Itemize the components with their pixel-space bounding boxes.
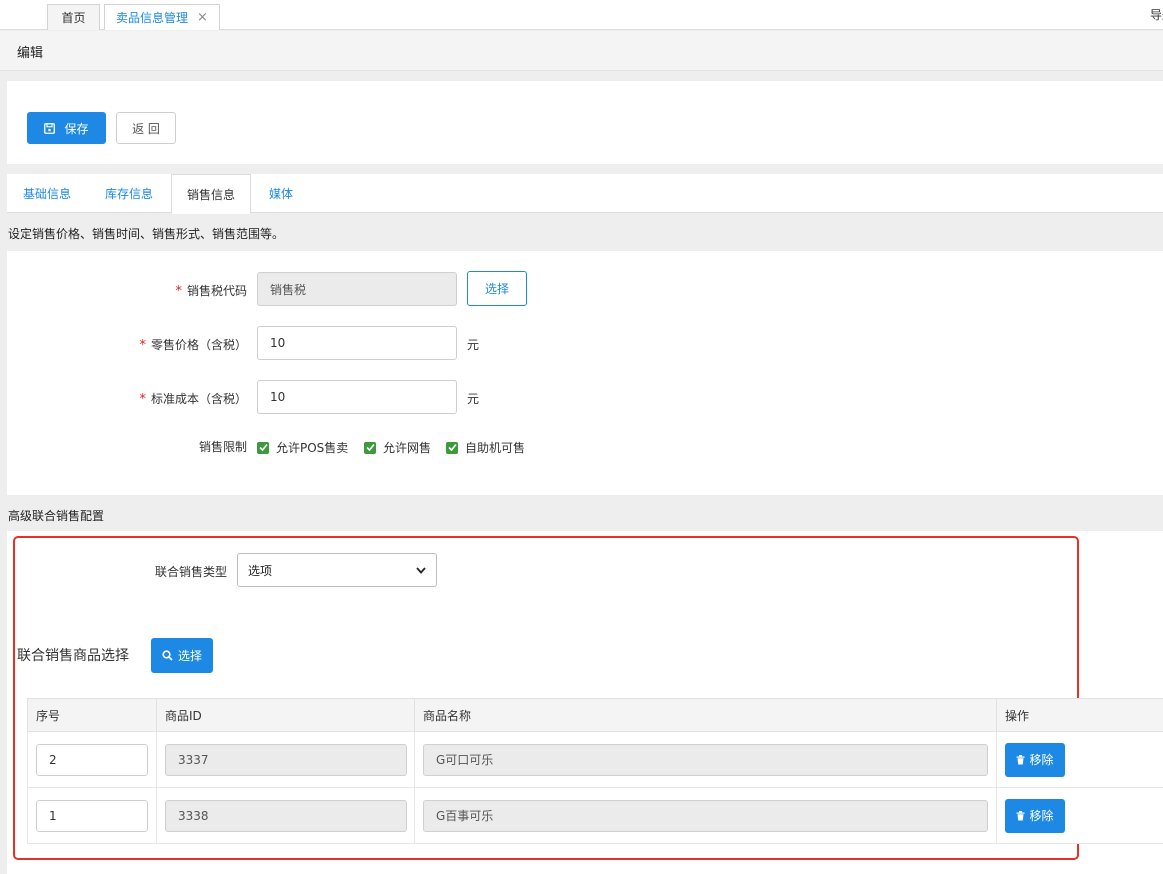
kiosk-sale-label: 自助机可售 bbox=[465, 441, 526, 455]
tab-basic-info-label: 基础信息 bbox=[22, 187, 71, 201]
product-id-cell: 3338 bbox=[156, 787, 415, 844]
seq-cell: 2 bbox=[27, 731, 157, 788]
tab-media-label: 媒体 bbox=[268, 187, 293, 201]
product-id-field: 3338 bbox=[165, 799, 407, 832]
tax-code-select-button[interactable]: 选择 bbox=[467, 271, 527, 306]
retail-price-label-text: 零售价格（含税） bbox=[150, 338, 247, 352]
standard-cost-label: * 标准成本（含税） bbox=[7, 390, 247, 407]
product-id-field: 3337 bbox=[165, 743, 407, 776]
seq-input[interactable]: 1 bbox=[36, 799, 148, 832]
product-name-value: G可口可乐 bbox=[436, 753, 494, 767]
action-cell: 移除 bbox=[996, 731, 1163, 788]
tab-home[interactable]: 首页 bbox=[47, 4, 100, 30]
tab-description: 设定销售价格、销售时间、销售形式、销售范围等。 bbox=[8, 227, 285, 241]
joint-type-value: 选项 bbox=[248, 563, 273, 578]
allow-pos-label: 允许POS售卖 bbox=[276, 441, 349, 455]
checkbox-checked-icon bbox=[257, 441, 269, 454]
trash-icon bbox=[1016, 810, 1025, 821]
retail-price-input[interactable]: 10 bbox=[257, 326, 457, 360]
retail-price-unit: 元 bbox=[467, 338, 480, 352]
tax-code-label-text: 销售税代码 bbox=[186, 284, 247, 298]
product-select-button[interactable]: 选择 bbox=[151, 638, 213, 673]
tab-media[interactable]: 媒体 bbox=[253, 174, 309, 213]
required-mark: * bbox=[175, 284, 182, 299]
allow-online-label: 允许网售 bbox=[383, 441, 432, 455]
allow-pos-checkbox[interactable]: 允许POS售卖 bbox=[257, 439, 348, 456]
chevron-down-icon bbox=[416, 566, 426, 574]
standard-cost-label-text: 标准成本（含税） bbox=[150, 392, 247, 406]
joint-type-select[interactable]: 选项 bbox=[237, 553, 437, 587]
tab-inventory-info-label: 库存信息 bbox=[104, 187, 153, 201]
tab-inventory-info[interactable]: 库存信息 bbox=[89, 174, 169, 213]
product-select-label: 选择 bbox=[177, 649, 202, 663]
tax-code-label: * 销售税代码 bbox=[7, 282, 247, 299]
retail-price-label: * 零售价格（含税） bbox=[7, 336, 247, 353]
tax-code-value: 销售税 bbox=[270, 282, 307, 297]
product-name-field: G可口可乐 bbox=[423, 743, 988, 776]
back-label: 返 回 bbox=[132, 121, 160, 136]
tab-basic-info[interactable]: 基础信息 bbox=[7, 174, 87, 213]
tax-code-select-label: 选择 bbox=[484, 282, 509, 296]
allow-online-checkbox[interactable]: 允许网售 bbox=[364, 439, 431, 456]
table-row: 2 3337 G可口可乐 移除 bbox=[27, 731, 1163, 788]
table-header-row: 序号 商品ID 商品名称 操作 bbox=[27, 698, 1163, 732]
product-id-value: 3337 bbox=[178, 752, 209, 767]
tab-label: 卖品信息管理 bbox=[116, 11, 189, 25]
seq-value: 2 bbox=[49, 752, 57, 767]
product-id-value: 3338 bbox=[178, 808, 209, 823]
table-row: 1 3338 G百事可乐 移除 bbox=[27, 787, 1163, 844]
save-label: 保存 bbox=[64, 121, 89, 136]
advanced-section-title: 高级联合销售配置 bbox=[8, 509, 105, 523]
product-name-value: G百事可乐 bbox=[436, 809, 494, 823]
retail-price-value: 10 bbox=[270, 336, 286, 350]
trash-icon bbox=[1016, 754, 1025, 765]
sale-limit-label: 销售限制 bbox=[198, 440, 247, 454]
product-name-field: G百事可乐 bbox=[423, 799, 988, 832]
seq-input[interactable]: 2 bbox=[36, 743, 148, 776]
remove-label: 移除 bbox=[1029, 753, 1054, 767]
kiosk-sale-checkbox[interactable]: 自助机可售 bbox=[446, 439, 525, 456]
tab-product-info-management[interactable]: 卖品信息管理 × bbox=[104, 4, 220, 30]
product-id-cell: 3337 bbox=[156, 731, 415, 788]
standard-cost-unit: 元 bbox=[467, 392, 480, 406]
action-cell: 移除 bbox=[996, 787, 1163, 844]
header-product-name: 商品名称 bbox=[414, 698, 997, 732]
page-title: 编辑 bbox=[0, 31, 1163, 71]
save-icon bbox=[44, 122, 56, 134]
joint-product-table: 序号 商品ID 商品名称 操作 2 3337 G可口可乐 移除 1 3338 G… bbox=[27, 698, 1163, 844]
tab-sales-info-label: 销售信息 bbox=[186, 187, 235, 202]
save-button[interactable]: 保存 bbox=[27, 112, 106, 144]
standard-cost-input[interactable]: 10 bbox=[257, 380, 457, 414]
required-mark: * bbox=[139, 392, 146, 407]
nav-link[interactable]: 导航 bbox=[1150, 6, 1163, 23]
search-icon bbox=[162, 650, 173, 661]
checkbox-checked-icon bbox=[364, 441, 376, 454]
tab-home-label: 首页 bbox=[61, 11, 86, 25]
toolbar-panel bbox=[7, 81, 1163, 164]
header-action: 操作 bbox=[996, 698, 1163, 732]
remove-label: 移除 bbox=[1029, 809, 1054, 823]
seq-value: 1 bbox=[49, 808, 57, 823]
joint-type-label: 联合销售类型 bbox=[154, 565, 227, 579]
joint-product-title: 联合销售商品选择 bbox=[17, 648, 129, 664]
remove-button[interactable]: 移除 bbox=[1005, 798, 1065, 833]
tab-sales-info[interactable]: 销售信息 bbox=[171, 174, 251, 214]
required-mark: * bbox=[139, 338, 146, 353]
product-name-cell: G百事可乐 bbox=[414, 787, 997, 844]
close-icon[interactable]: × bbox=[197, 10, 208, 25]
seq-cell: 1 bbox=[27, 787, 157, 844]
header-product-id: 商品ID bbox=[156, 698, 415, 732]
header-seq: 序号 bbox=[27, 698, 157, 732]
remove-button[interactable]: 移除 bbox=[1005, 742, 1065, 777]
standard-cost-value: 10 bbox=[270, 390, 286, 404]
checkbox-checked-icon bbox=[446, 441, 458, 454]
back-button[interactable]: 返 回 bbox=[116, 112, 176, 144]
tax-code-field: 销售税 bbox=[257, 272, 457, 306]
product-name-cell: G可口可乐 bbox=[414, 731, 997, 788]
